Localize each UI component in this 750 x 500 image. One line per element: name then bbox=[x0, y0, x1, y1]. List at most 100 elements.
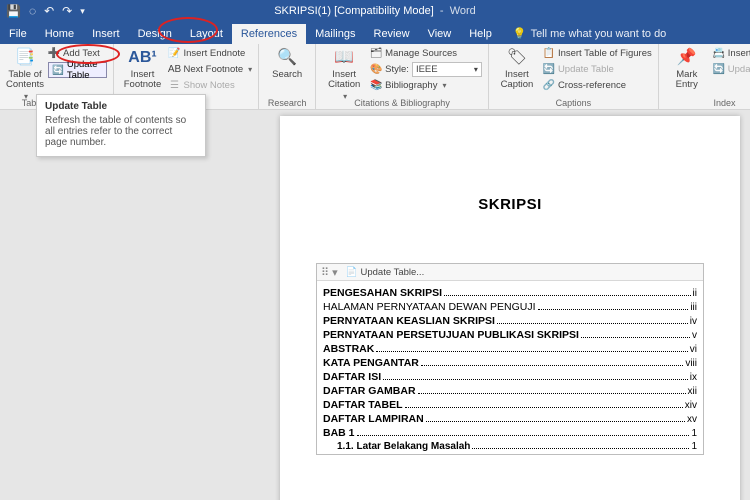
save-icon[interactable]: 💾 bbox=[6, 4, 21, 18]
crossref-icon: 🔗 bbox=[543, 80, 555, 92]
toc-leader-dots bbox=[383, 379, 688, 380]
toc-body: PENGESAHAN SKRIPSI ii HALAMAN PERNYATAAN D… bbox=[317, 281, 703, 452]
toc-entry-text: PERNYATAAN PERSETUJUAN PUBLIKASI SKRIPSI bbox=[323, 329, 579, 341]
tab-references[interactable]: References bbox=[232, 24, 306, 44]
tell-me-label: Tell me what you want to do bbox=[531, 28, 667, 40]
crossref-label: Cross-reference bbox=[558, 80, 626, 91]
tell-me-search[interactable]: 💡 Tell me what you want to do bbox=[501, 27, 666, 44]
toc-entry[interactable]: HALAMAN PERNYATAAN DEWAN PENGUJIiii bbox=[323, 301, 697, 313]
tab-mailings[interactable]: Mailings bbox=[306, 24, 364, 44]
next-footnote-icon: AB bbox=[168, 64, 180, 76]
toc-page-number: ii bbox=[693, 288, 697, 299]
caption-icon: 🏷 bbox=[507, 48, 527, 68]
tof-label: Insert Table of Figures bbox=[558, 48, 652, 59]
toc-entry[interactable]: PENGESAHAN SKRIPSI ii bbox=[323, 287, 697, 299]
toc-leader-dots bbox=[581, 337, 690, 338]
toc-entry[interactable]: PERNYATAAN KEASLIAN SKRIPSI iv bbox=[323, 315, 697, 327]
update-index-button: 🔄Update Index bbox=[713, 62, 750, 77]
group-captions: 🏷 Insert Caption 📋Insert Table of Figure… bbox=[489, 44, 659, 109]
update-table-label: Update Table bbox=[67, 59, 104, 81]
autosave-toggle[interactable]: ◌ bbox=[29, 4, 36, 18]
insert-caption-button[interactable]: 🏷 Insert Caption bbox=[495, 46, 539, 91]
update-table-button[interactable]: 🔄 Update Table bbox=[48, 62, 107, 78]
insert-citation-button[interactable]: 📖 Insert Citation bbox=[322, 46, 366, 102]
group-index: 📌 Mark Entry 📇Insert Index 🔄Update Index… bbox=[659, 44, 750, 109]
undo-icon[interactable]: ↶ bbox=[44, 4, 54, 18]
toc-field-header: ⠿ ▾ 📄 Update Table... bbox=[317, 264, 703, 281]
tab-layout[interactable]: Layout bbox=[181, 24, 232, 44]
toc-entry-text: DAFTAR TABEL bbox=[323, 399, 403, 411]
tab-home[interactable]: Home bbox=[36, 24, 83, 44]
mark-entry-button[interactable]: 📌 Mark Entry bbox=[665, 46, 709, 91]
next-footnote-button[interactable]: ABNext Footnote bbox=[168, 62, 252, 77]
insert-citation-label: Insert Citation bbox=[322, 70, 366, 91]
qat-more-icon[interactable]: ▾ bbox=[80, 6, 85, 17]
update-table-tooltip: Update Table Refresh the table of conten… bbox=[36, 94, 206, 157]
toc-page-number: xv bbox=[687, 414, 697, 425]
tab-design[interactable]: Design bbox=[129, 24, 181, 44]
toc-entry-text: KATA PENGANTAR bbox=[323, 357, 419, 369]
group-citations-label: Citations & Bibliography bbox=[322, 97, 482, 108]
manage-sources-icon: 🗂 bbox=[370, 48, 382, 60]
toc-leader-dots bbox=[376, 351, 687, 352]
toc-entry[interactable]: DAFTAR ISI ix bbox=[323, 371, 697, 383]
tof-icon: 📋 bbox=[543, 48, 555, 60]
toc-update-icon: 📄 bbox=[346, 267, 358, 278]
toc-page-number: iv bbox=[690, 316, 697, 327]
tab-insert[interactable]: Insert bbox=[83, 24, 129, 44]
insert-footnote-button[interactable]: AB¹ Insert Footnote bbox=[120, 46, 164, 91]
next-footnote-label: Next Footnote bbox=[183, 64, 243, 75]
toc-entry[interactable]: BAB 11 bbox=[323, 427, 697, 439]
toc-entry-text: BAB 1 bbox=[323, 427, 355, 439]
citation-style-dropdown[interactable]: 🎨 Style: IEEE▾ bbox=[370, 62, 482, 77]
tab-file[interactable]: File bbox=[0, 24, 36, 44]
search-button[interactable]: 🔍 Search bbox=[265, 46, 309, 80]
insert-index-button[interactable]: 📇Insert Index bbox=[713, 46, 750, 61]
toc-entry[interactable]: DAFTAR LAMPIRAN xv bbox=[323, 413, 697, 425]
toc-entry[interactable]: ABSTRAKvi bbox=[323, 343, 697, 355]
toc-entry-text: 1.1. Latar Belakang Masalah bbox=[323, 441, 470, 452]
toc-entry[interactable]: KATA PENGANTAR viii bbox=[323, 357, 697, 369]
cross-reference-button[interactable]: 🔗Cross-reference bbox=[543, 78, 652, 93]
mark-entry-icon: 📌 bbox=[677, 48, 697, 68]
bibliography-button[interactable]: 📚Bibliography bbox=[370, 78, 482, 93]
tooltip-title: Update Table bbox=[45, 101, 197, 112]
search-label: Search bbox=[272, 70, 302, 80]
toc-entry[interactable]: DAFTAR GAMBARxii bbox=[323, 385, 697, 397]
toc-entry-text: DAFTAR LAMPIRAN bbox=[323, 413, 424, 425]
tab-help[interactable]: Help bbox=[460, 24, 501, 44]
toc-entry[interactable]: 1.1. Latar Belakang Masalah1 bbox=[323, 441, 697, 452]
toc-page-number: iii bbox=[690, 302, 697, 313]
group-index-label: Index bbox=[665, 97, 750, 108]
tab-view[interactable]: View bbox=[419, 24, 461, 44]
update-index-icon: 🔄 bbox=[713, 64, 725, 76]
document-page[interactable]: SKRIPSI ⠿ ▾ 📄 Update Table... PENGESAHAN… bbox=[280, 116, 740, 500]
insert-endnote-button[interactable]: 📝Insert Endnote bbox=[168, 46, 252, 61]
insert-table-figures-button[interactable]: 📋Insert Table of Figures bbox=[543, 46, 652, 61]
manage-sources-button[interactable]: 🗂Manage Sources bbox=[370, 46, 482, 61]
redo-icon[interactable]: ↷ bbox=[62, 4, 72, 18]
toc-entry-text: PERNYATAAN KEASLIAN SKRIPSI bbox=[323, 315, 495, 327]
toc-update-button[interactable]: 📄 Update Table... bbox=[346, 267, 425, 278]
toc-field[interactable]: ⠿ ▾ 📄 Update Table... PENGESAHAN SKRIPSI… bbox=[316, 263, 704, 455]
toc-entry-text: DAFTAR ISI bbox=[323, 371, 381, 383]
toc-entry-text: PENGESAHAN SKRIPSI bbox=[323, 287, 442, 299]
toc-leader-dots bbox=[444, 295, 691, 296]
toc-handle-icon[interactable]: ⠿ ▾ bbox=[321, 266, 338, 279]
toc-leader-dots bbox=[418, 393, 686, 394]
toc-page-number: ix bbox=[690, 372, 697, 383]
show-notes-icon: ☰ bbox=[168, 80, 180, 92]
document-area: SKRIPSI ⠿ ▾ 📄 Update Table... PENGESAHAN… bbox=[0, 110, 750, 500]
insert-index-label: Insert Index bbox=[728, 48, 750, 59]
toc-entry[interactable]: DAFTAR TABELxiv bbox=[323, 399, 697, 411]
show-notes-button: ☰Show Notes bbox=[168, 78, 252, 93]
toc-leader-dots bbox=[497, 323, 688, 324]
update-table-icon: 🔄 bbox=[52, 65, 64, 76]
document-filename: SKRIPSI(1) [Compatibility Mode] bbox=[274, 5, 434, 17]
group-citations: 📖 Insert Citation 🗂Manage Sources 🎨 Styl… bbox=[316, 44, 489, 109]
toc-leader-dots bbox=[405, 407, 683, 408]
tab-review[interactable]: Review bbox=[365, 24, 419, 44]
toc-page-number: viii bbox=[685, 358, 697, 369]
toc-entry[interactable]: PERNYATAAN PERSETUJUAN PUBLIKASI SKRIPSI… bbox=[323, 329, 697, 341]
lightbulb-icon: 💡 bbox=[513, 27, 527, 40]
